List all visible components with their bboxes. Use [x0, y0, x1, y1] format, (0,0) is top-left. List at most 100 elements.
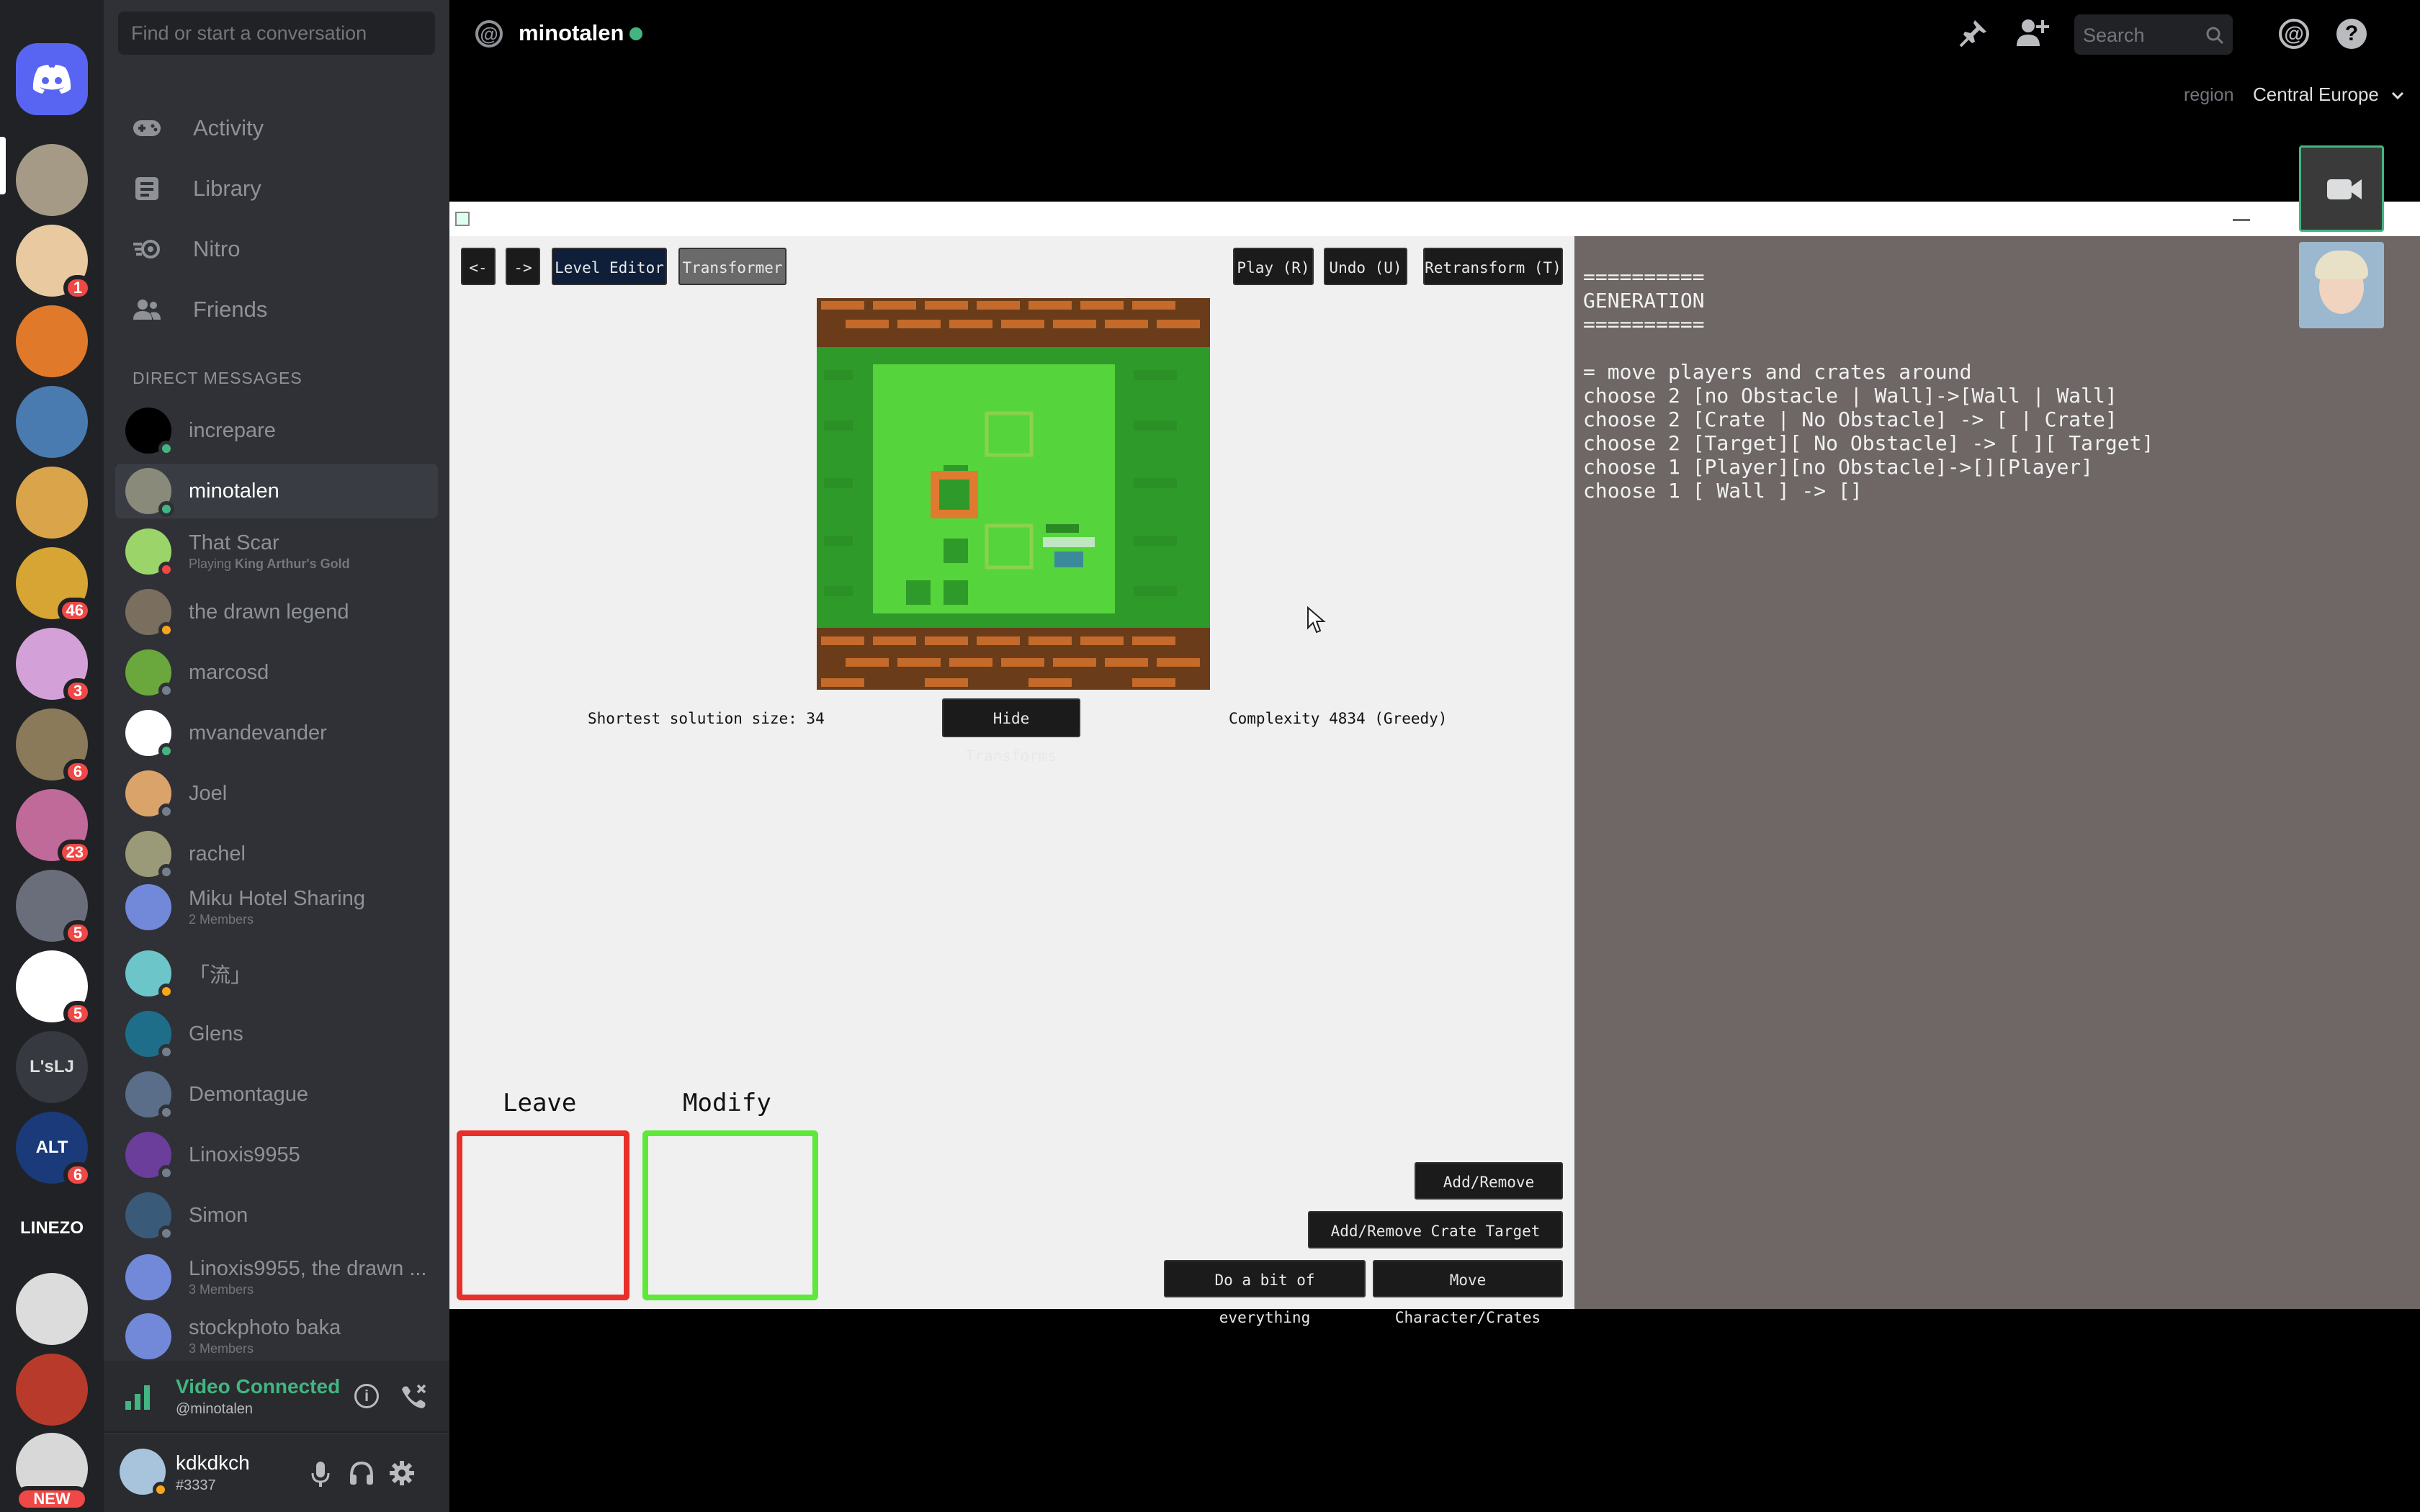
dm-item[interactable]: 「流」	[115, 946, 438, 1001]
activity-game: King Arthur's Gold	[235, 557, 350, 571]
status-dot	[158, 864, 174, 880]
level-editor-button[interactable]: Level Editor	[552, 248, 667, 285]
status-dot	[158, 622, 174, 638]
server-icon-image	[16, 467, 88, 539]
dm-item[interactable]: Demontague	[115, 1067, 438, 1122]
server-icon[interactable]: 5	[16, 950, 92, 1027]
server-icon[interactable]	[16, 1354, 88, 1426]
channel-sidebar: Find or start a conversation Activity Li…	[104, 0, 449, 1512]
dm-name: stockphoto baka	[189, 1316, 341, 1339]
server-icon[interactable]: 5	[16, 870, 92, 946]
server-icon[interactable]	[16, 1273, 88, 1345]
server-icon[interactable]: NEW	[14, 1433, 89, 1512]
microphone-icon[interactable]	[310, 1460, 331, 1488]
dm-item[interactable]: Joel	[115, 766, 438, 821]
dm-name: Linoxis9955, the drawn ...	[189, 1257, 427, 1280]
add-friend-icon[interactable]	[2017, 17, 2050, 48]
server-icon[interactable]: 6	[16, 708, 92, 785]
server-icon[interactable]	[16, 467, 88, 539]
undo-button[interactable]: Undo (U)	[1324, 248, 1407, 285]
dm-item[interactable]: increpare	[115, 403, 438, 458]
region-select[interactable]: Central Europe	[2253, 84, 2404, 106]
dm-item[interactable]: Glens	[115, 1007, 438, 1061]
nav-library[interactable]: Library	[115, 163, 438, 215]
user-status-dot	[153, 1482, 169, 1498]
settings-gear-icon[interactable]	[387, 1459, 416, 1488]
add-remove-walls-button[interactable]: Add/Remove Walls	[1415, 1162, 1563, 1228]
help-icon[interactable]: ?	[2336, 19, 2367, 49]
dm-name: 「流」	[189, 964, 252, 987]
nav-friends[interactable]: Friends	[115, 284, 438, 336]
nav-nitro[interactable]: Nitro	[115, 223, 438, 275]
group-dm-avatar	[125, 1254, 171, 1300]
server-icon[interactable]: L'sLJ	[16, 1031, 88, 1103]
server-icon[interactable]: 3	[16, 628, 92, 704]
dm-item[interactable]: Simon	[115, 1188, 438, 1243]
dm-item[interactable]: Linoxis9955	[115, 1128, 438, 1182]
play-button[interactable]: Play (R)	[1233, 248, 1314, 285]
voice-status-title[interactable]: Video Connected	[176, 1375, 340, 1398]
home-button[interactable]	[16, 43, 88, 115]
signal-icon	[125, 1385, 150, 1410]
server-icon[interactable]: 46	[16, 547, 92, 624]
video-tile-streamer[interactable]	[2299, 145, 2384, 232]
mentions-icon[interactable]: @	[2279, 19, 2309, 49]
server-icon[interactable]	[16, 305, 88, 377]
server-icon[interactable]	[16, 144, 88, 216]
prev-level-button[interactable]: <-	[461, 248, 496, 285]
move-character-crates-button[interactable]: Move Character/Crates	[1373, 1260, 1563, 1326]
modify-drop-zone[interactable]	[642, 1130, 818, 1300]
dm-item[interactable]: marcosd	[115, 645, 438, 700]
status-dot	[158, 1104, 174, 1120]
server-icon[interactable]: 1	[16, 225, 92, 301]
search-input[interactable]: Search	[2074, 14, 2233, 55]
server-icon[interactable]: LINEZO	[16, 1192, 88, 1264]
disconnect-call-icon[interactable]	[399, 1382, 428, 1411]
add-remove-crate-target-button[interactable]: Add/Remove Crate Target Pairs	[1308, 1211, 1563, 1277]
retransform-button[interactable]: Retransform (T)	[1423, 248, 1563, 285]
dm-item[interactable]: Linoxis9955, the drawn ... 3 Members	[115, 1250, 438, 1305]
level-board[interactable]	[817, 298, 1210, 690]
user-avatar[interactable]	[120, 1449, 169, 1498]
dm-item[interactable]: mvandevander	[115, 706, 438, 760]
channel-name: minotalen	[519, 20, 624, 45]
headphones-icon[interactable]	[349, 1460, 375, 1486]
stream-game-window[interactable]: <- -> Level Editor Transformer Play (R) …	[449, 202, 2420, 1326]
server-icon[interactable]: 23	[16, 789, 92, 865]
server-mention-badge: 23	[57, 840, 92, 865]
status-dot	[158, 1225, 174, 1241]
voice-status-panel: Video Connected @minotalen i	[104, 1361, 449, 1433]
voice-status-sub: @minotalen	[176, 1401, 254, 1417]
status-dot	[158, 683, 174, 698]
dm-name: Demontague	[189, 1082, 309, 1106]
dm-item[interactable]: rachel	[115, 827, 438, 881]
server-icon[interactable]: ALT 6	[16, 1112, 92, 1188]
server-mention-badge: 6	[63, 1162, 92, 1188]
minimize-game-icon[interactable]	[2233, 219, 2250, 221]
server-mention-badge: 6	[63, 759, 92, 785]
pin-icon[interactable]	[1959, 19, 1988, 48]
mouse-cursor-icon	[1307, 606, 1326, 634]
hide-transforms-button[interactable]: Hide Transforms	[942, 698, 1080, 765]
leave-drop-zone[interactable]	[457, 1130, 629, 1300]
dm-item[interactable]: minotalen	[115, 464, 438, 518]
video-camera-icon	[2327, 179, 2362, 199]
status-dot	[158, 743, 174, 759]
nav-nitro-label: Nitro	[193, 236, 241, 261]
dm-member-count: 3 Members	[189, 1341, 254, 1356]
server-icon[interactable]	[16, 386, 88, 458]
gamepad-icon	[130, 111, 164, 145]
transformer-button[interactable]: Transformer	[678, 248, 786, 285]
next-level-button[interactable]: ->	[506, 248, 540, 285]
friends-icon	[130, 292, 164, 327]
do-a-bit-of-everything-button[interactable]: Do a bit of everything	[1164, 1260, 1366, 1326]
discord-window: 1 46 3 6 23 5 5 L'sLJ ALT 6 LINEZO NEW Find or star…	[0, 0, 2420, 1512]
info-icon[interactable]: i	[354, 1384, 379, 1408]
video-tile-self[interactable]	[2299, 242, 2384, 328]
dm-item[interactable]: That Scar Playing King Arthur's Gold	[115, 524, 438, 579]
dm-item[interactable]: stockphoto baka 3 Members	[115, 1309, 438, 1364]
dm-item[interactable]: Miku Hotel Sharing 2 Members	[115, 880, 438, 935]
dm-item[interactable]: the drawn legend	[115, 585, 438, 639]
find-conversation-input[interactable]: Find or start a conversation	[118, 12, 435, 55]
nav-activity[interactable]: Activity	[115, 102, 438, 154]
